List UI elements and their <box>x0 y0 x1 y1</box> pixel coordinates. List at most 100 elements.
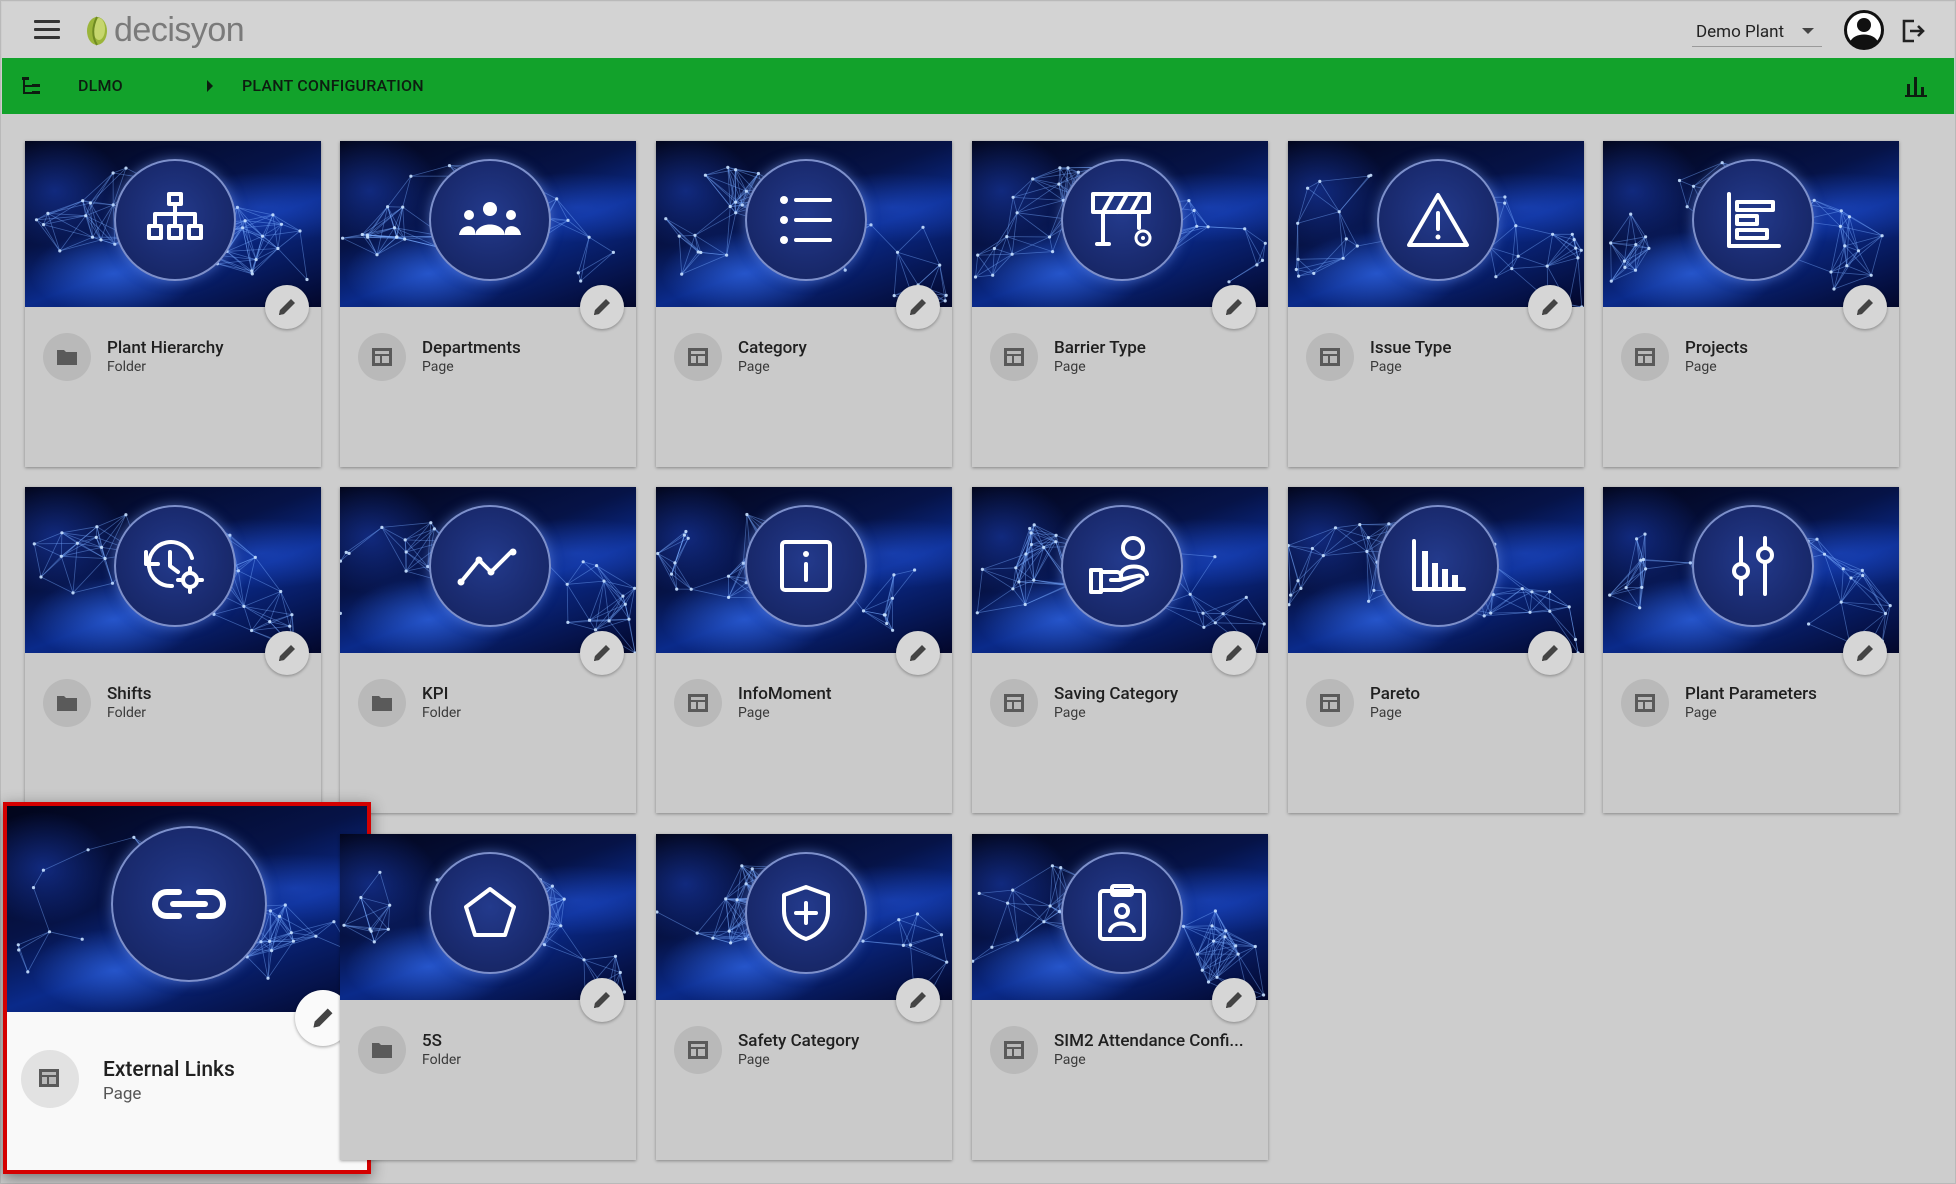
pencil-icon <box>1542 645 1558 661</box>
tile-type-icon <box>990 1026 1038 1074</box>
pencil-icon <box>1542 299 1558 315</box>
edit-button[interactable] <box>580 631 624 675</box>
tile-kpi[interactable]: KPI Folder <box>340 487 636 813</box>
tile-plant-parameters[interactable]: Plant Parameters Page <box>1603 487 1899 813</box>
page-layout-icon <box>1004 1041 1024 1059</box>
tile-icon-circle <box>429 852 551 974</box>
tile-banner <box>340 487 636 653</box>
edit-button[interactable] <box>265 285 309 329</box>
tile-external-links[interactable]: External Links Page <box>3 802 371 1174</box>
chevron-right-icon <box>207 80 213 92</box>
tile-banner <box>7 806 367 1012</box>
tile-type-icon <box>990 333 1038 381</box>
tile-banner <box>340 141 636 307</box>
tile-type-icon <box>358 679 406 727</box>
breadcrumb-item-dlmo[interactable]: DLMO <box>78 76 123 95</box>
tile-plant-hierarchy[interactable]: Plant Hierarchy Folder <box>25 141 321 467</box>
edit-button[interactable] <box>1212 631 1256 675</box>
tile-icon-circle <box>745 852 867 974</box>
decisyon-leaf-icon <box>87 16 107 46</box>
tile-type-icon <box>358 333 406 381</box>
tile-sim2-attendance-confi[interactable]: SIM2 Attendance Confi... Page <box>972 834 1268 1160</box>
edit-button[interactable] <box>580 285 624 329</box>
bar-chart-icon[interactable] <box>1904 74 1928 98</box>
edit-button[interactable] <box>1212 285 1256 329</box>
tile-projects[interactable]: Projects Page <box>1603 141 1899 467</box>
tile-banner <box>972 141 1268 307</box>
tile-type-label: Page <box>1054 359 1086 375</box>
plant-select[interactable]: Demo Plant <box>1692 16 1822 47</box>
tile-icon-circle <box>1061 159 1183 281</box>
page-layout-icon <box>1320 694 1340 712</box>
page-layout-icon <box>1004 348 1024 366</box>
edit-button[interactable] <box>580 978 624 1022</box>
tile-type-label: Page <box>1685 359 1717 375</box>
hamburger-menu-icon[interactable] <box>34 20 60 40</box>
tile-type-icon <box>1621 679 1669 727</box>
tile-icon-circle <box>114 505 236 627</box>
tile-title: InfoMoment <box>738 684 832 704</box>
edit-button[interactable] <box>896 978 940 1022</box>
tile-type-icon <box>358 1026 406 1074</box>
tile-type-icon <box>1306 679 1354 727</box>
tile-title: Saving Category <box>1054 684 1179 704</box>
tile-banner <box>656 141 952 307</box>
tile-type-icon <box>674 333 722 381</box>
page-layout-icon <box>1635 694 1655 712</box>
edit-button[interactable] <box>1843 631 1887 675</box>
edit-button[interactable] <box>1528 631 1572 675</box>
tile-5s[interactable]: 5S Folder <box>340 834 636 1160</box>
tile-type-icon <box>1306 333 1354 381</box>
tile-type-icon <box>990 679 1038 727</box>
logo-text: decisyon <box>114 10 245 49</box>
tile-barrier-type[interactable]: Barrier Type Page <box>972 141 1268 467</box>
tile-icon-circle <box>1692 159 1814 281</box>
edit-button[interactable] <box>1212 978 1256 1022</box>
tile-type-label: Page <box>738 705 770 721</box>
folder-icon <box>57 350 77 365</box>
tile-icon-circle <box>1061 852 1183 974</box>
tile-title: Plant Hierarchy <box>107 338 224 358</box>
tile-icon-circle <box>429 505 551 627</box>
edit-button[interactable] <box>896 631 940 675</box>
edit-button[interactable] <box>1528 285 1572 329</box>
user-avatar-icon[interactable] <box>1844 10 1884 50</box>
edit-button[interactable] <box>265 631 309 675</box>
tree-structure-icon[interactable] <box>20 74 44 98</box>
tile-type-icon <box>21 1050 79 1108</box>
tile-banner <box>1603 487 1899 653</box>
tile-icon-circle <box>111 826 267 982</box>
tile-icon-circle <box>745 505 867 627</box>
tile-shifts[interactable]: Shifts Folder <box>25 487 321 813</box>
page-layout-icon <box>688 694 708 712</box>
tile-type-label: Page <box>738 1052 770 1068</box>
tile-title: External Links <box>103 1058 235 1082</box>
tile-infomoment[interactable]: InfoMoment Page <box>656 487 952 813</box>
tile-type-icon <box>43 679 91 727</box>
tile-title: Projects <box>1685 338 1748 358</box>
pencil-icon <box>1226 645 1242 661</box>
page-layout-icon <box>688 1041 708 1059</box>
tile-title: Barrier Type <box>1054 338 1146 358</box>
tile-safety-category[interactable]: Safety Category Page <box>656 834 952 1160</box>
tile-banner <box>1288 141 1584 307</box>
edit-button[interactable] <box>1843 285 1887 329</box>
tile-banner <box>340 834 636 1000</box>
tile-saving-category[interactable]: Saving Category Page <box>972 487 1268 813</box>
page-layout-icon <box>39 1069 59 1087</box>
tile-type-label: Page <box>1054 705 1086 721</box>
tile-type-icon <box>674 679 722 727</box>
tile-departments[interactable]: Departments Page <box>340 141 636 467</box>
tile-type-icon <box>674 1026 722 1074</box>
folder-icon <box>372 696 392 711</box>
breadcrumb-item-plant-configuration[interactable]: PLANT CONFIGURATION <box>242 76 424 95</box>
logout-icon[interactable] <box>1900 18 1926 44</box>
tile-banner <box>972 487 1268 653</box>
page-layout-icon <box>1635 348 1655 366</box>
tile-issue-type[interactable]: Issue Type Page <box>1288 141 1584 467</box>
tile-category[interactable]: Category Page <box>656 141 952 467</box>
tile-type-label: Page <box>422 359 454 375</box>
edit-button[interactable] <box>896 285 940 329</box>
tile-pareto[interactable]: Pareto Page <box>1288 487 1584 813</box>
app-logo: decisyon <box>84 10 245 50</box>
